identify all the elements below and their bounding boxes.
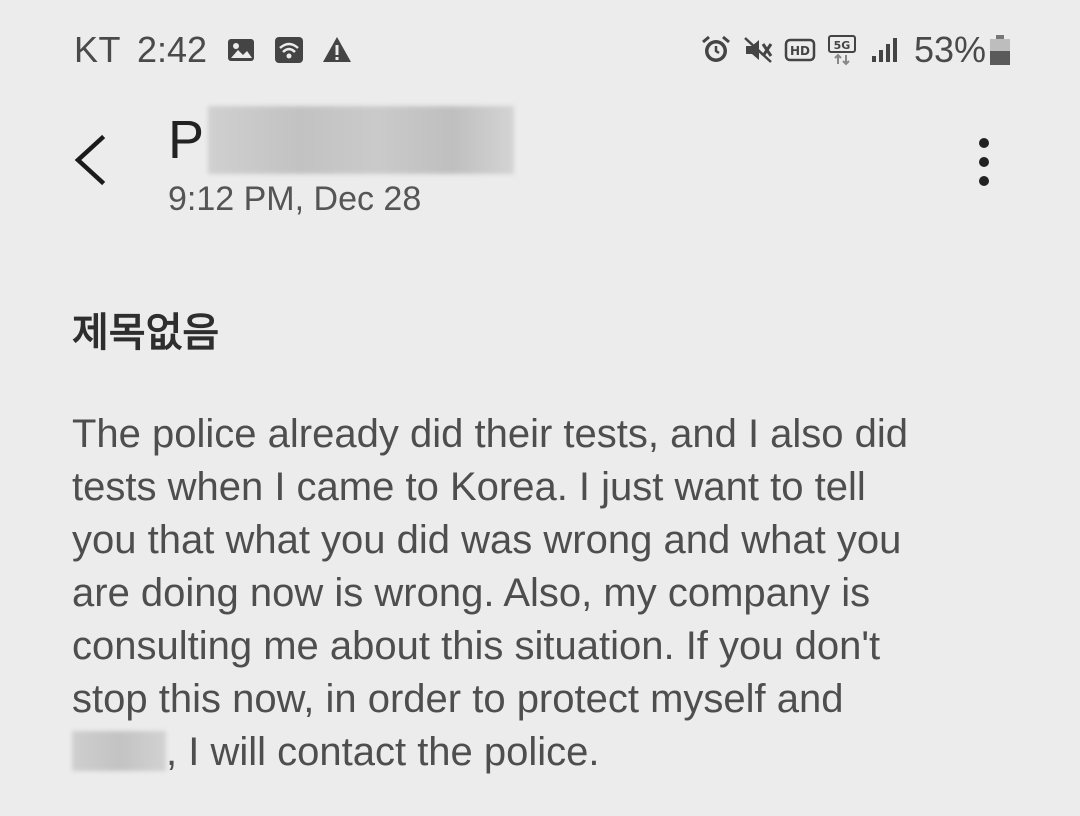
- wifi-icon: [273, 34, 305, 66]
- image-icon: [225, 34, 257, 66]
- sender-initial: P: [168, 110, 205, 170]
- redacted-name: [72, 731, 166, 771]
- body-line-text: , I will contact the police.: [166, 730, 600, 774]
- status-bar: KT 2:42 HD 5G 53%: [0, 0, 1080, 100]
- carrier-label: KT: [74, 29, 122, 70]
- chevron-left-icon: [74, 134, 106, 186]
- battery-icon: [990, 35, 1010, 65]
- mute-icon: [742, 34, 774, 66]
- message-date: 9:12 PM, Dec 28: [168, 180, 422, 218]
- svg-text:5G: 5G: [834, 39, 851, 52]
- warning-icon: [321, 34, 353, 66]
- status-right: HD 5G 53%: [700, 28, 1010, 72]
- sender-block: P 9:12 PM, Dec 28: [168, 106, 515, 219]
- back-button[interactable]: [66, 130, 118, 190]
- signal-icon: [868, 34, 900, 66]
- sender-name: P: [168, 106, 515, 174]
- message-subject: 제목없음: [72, 311, 220, 355]
- body-line: The police already did their tests, and …: [72, 412, 909, 456]
- body-line: stop this now, in order to protect mysel…: [72, 677, 844, 721]
- body-line: tests when I came to Korea. I just want …: [72, 465, 866, 509]
- 5g-icon: 5G: [826, 34, 858, 66]
- battery-percent: 53%: [913, 29, 986, 70]
- hd-voice-icon: HD: [784, 34, 816, 66]
- message-body: The police already did their tests, and …: [72, 408, 1032, 779]
- body-line-last: , I will contact the police.: [72, 726, 1032, 779]
- svg-text:HD: HD: [790, 44, 810, 58]
- status-left: KT 2:42: [74, 28, 369, 72]
- body-line: are doing now is wrong. Also, my company…: [72, 571, 871, 615]
- body-line: you that what you did was wrong and what…: [72, 518, 902, 562]
- more-options-button[interactable]: [960, 132, 1008, 192]
- status-time: 2:42: [137, 29, 208, 70]
- body-line: consulting me about this situation. If y…: [72, 624, 881, 668]
- sender-name-redacted: [208, 106, 515, 174]
- alarm-icon: [700, 34, 732, 66]
